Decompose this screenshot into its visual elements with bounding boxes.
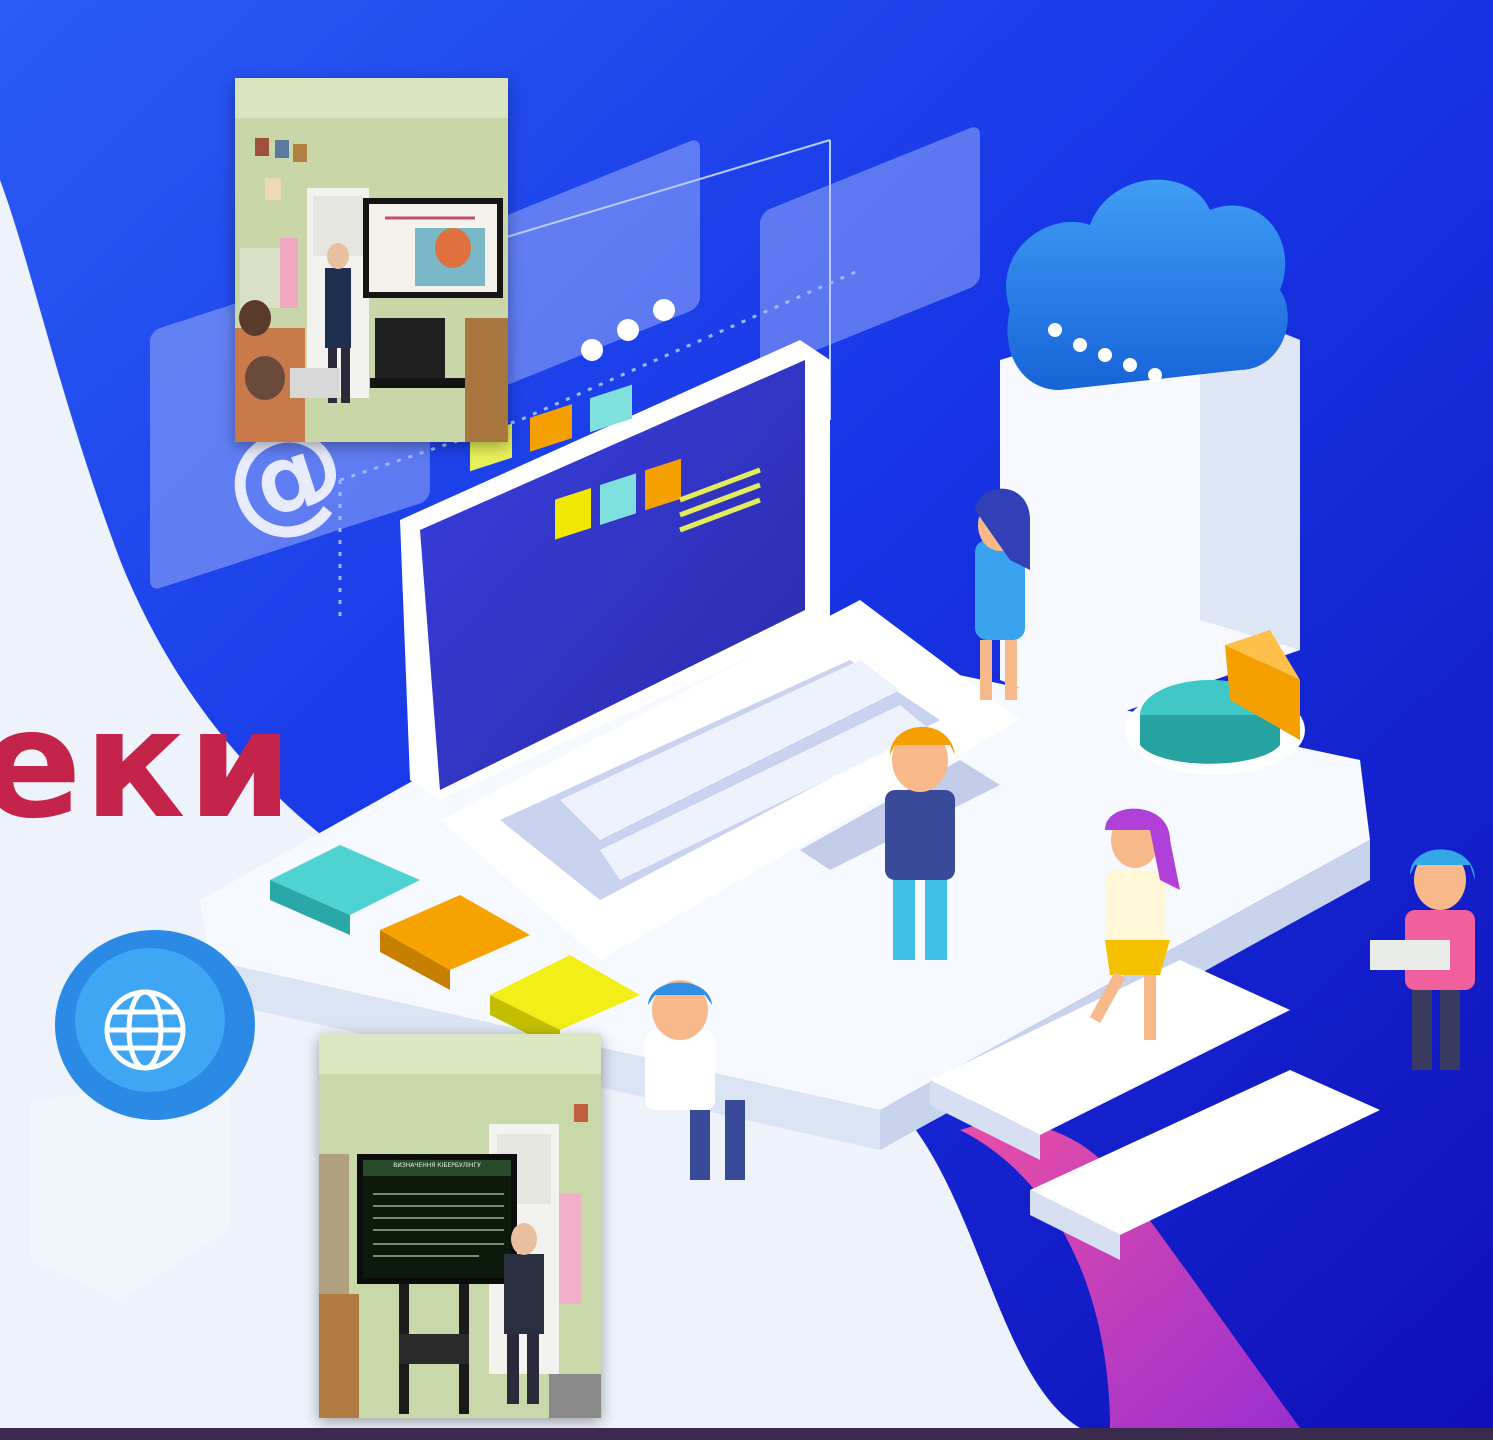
classroom-photo-bottom: ВИЗНАЧЕННЯ КІБЕРБУЛІНГУ xyxy=(319,1034,601,1418)
bottom-screen-title: ВИЗНАЧЕННЯ КІБЕРБУЛІНГУ xyxy=(393,1162,481,1169)
page-heading: еки xyxy=(0,678,295,852)
classroom-photo-top xyxy=(235,78,508,442)
bottom-bar xyxy=(0,1428,1493,1440)
